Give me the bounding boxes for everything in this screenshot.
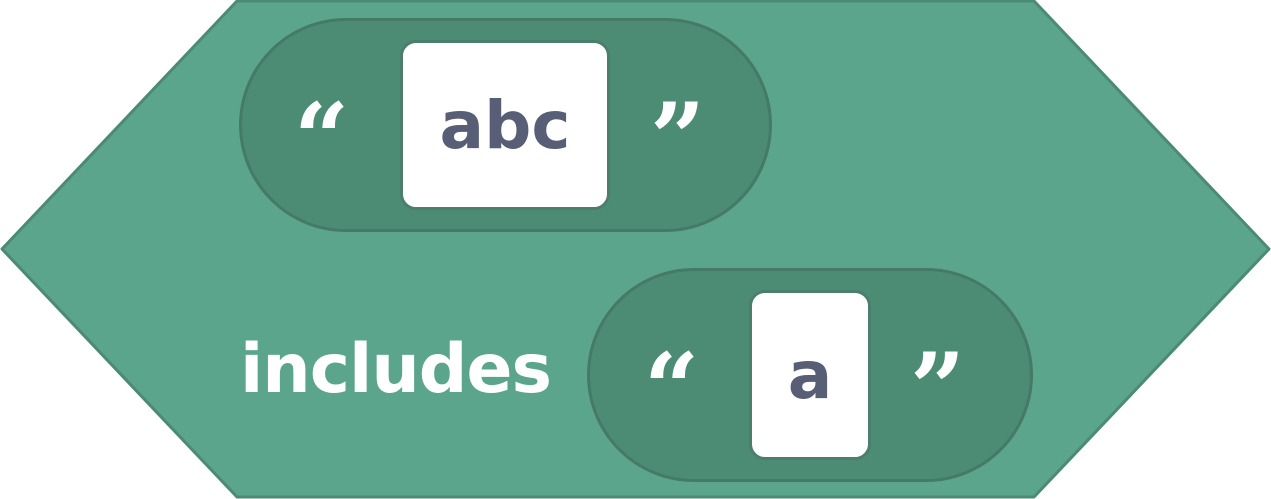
string-input-value-1: abc — [439, 86, 571, 164]
string-input-value-2: a — [787, 336, 833, 414]
close-quote-glyph: ” — [910, 332, 966, 445]
close-quote-glyph: ” — [650, 82, 706, 195]
contains-operator-block[interactable]: “ ” abc includes “ ” a — [0, 0, 1271, 499]
open-quote-glyph: “ — [294, 82, 350, 195]
string-input-field-2[interactable]: a — [749, 290, 871, 460]
block-label-includes: includes — [240, 330, 552, 409]
string-input-field-1[interactable]: abc — [400, 40, 610, 210]
open-quote-glyph: “ — [644, 332, 700, 445]
